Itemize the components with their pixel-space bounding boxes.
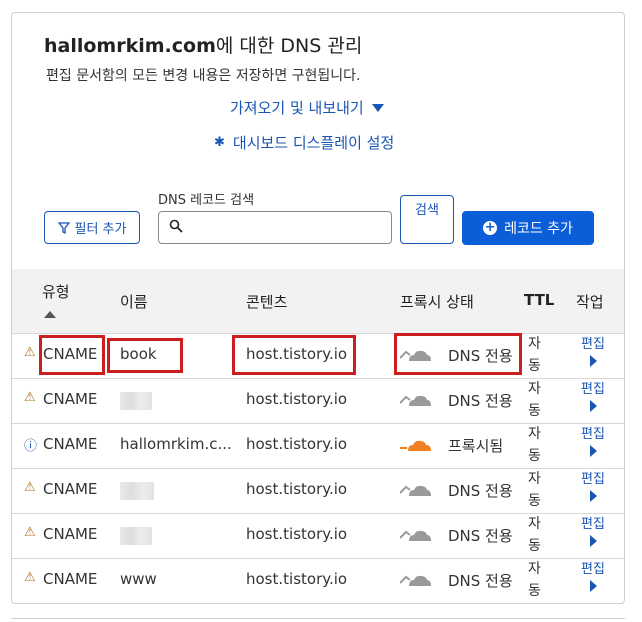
record-ttl: 자동 — [528, 336, 541, 374]
proxied-cloud-icon — [400, 436, 432, 454]
column-header-ttl[interactable]: TTL — [524, 291, 554, 309]
search-label: DNS 레코드 검색 — [158, 193, 255, 208]
table-row: ⚠ CNAME host.tistory.io DNS 전용 자동 편집 — [12, 513, 624, 559]
dns-search-input[interactable] — [191, 216, 385, 241]
expand-arrow-icon — [589, 355, 597, 367]
import-export-link[interactable]: 가져오기 및 내보내기 — [230, 97, 384, 118]
record-ttl: 자동 — [528, 561, 541, 599]
column-header-name[interactable]: 이름 — [120, 291, 148, 312]
warning-icon: ⚠ — [24, 570, 36, 585]
edit-record-button[interactable]: 편집 — [578, 427, 608, 457]
table-row: ⚠ CNAME host.tistory.io DNS 전용 자동 편집 — [12, 468, 624, 514]
funnel-icon — [57, 221, 70, 234]
record-ttl: 자동 — [528, 516, 541, 554]
table-row: ⚠ CNAME book host.tistory.io DNS 전용 자동 편집 — [12, 333, 624, 379]
gear-icon: ✱ — [214, 135, 225, 150]
table-row: ⚠ CNAME www host.tistory.io DNS 전용 자동 편집 — [12, 558, 624, 603]
record-content: host.tistory.io — [246, 570, 348, 588]
proxy-status: DNS 전용 — [448, 347, 513, 365]
record-type: CNAME — [43, 435, 98, 453]
record-name: www — [120, 570, 157, 588]
search-button[interactable]: 검색 — [400, 195, 454, 244]
sort-ascending-icon[interactable] — [44, 311, 56, 318]
proxy-status: DNS 전용 — [448, 392, 513, 410]
record-type: CNAME — [43, 525, 98, 543]
table-row: ⚠ CNAME host.tistory.io DNS 전용 자동 편집 — [12, 378, 624, 424]
proxy-status: DNS 전용 — [448, 572, 513, 590]
edit-record-button[interactable]: 편집 — [578, 337, 608, 367]
add-record-button[interactable]: + 레코드 추가 — [462, 211, 594, 245]
column-header-proxy[interactable]: 프록시 상태 — [400, 291, 474, 312]
expand-arrow-icon — [589, 580, 597, 592]
record-type: CNAME — [43, 390, 98, 408]
column-header-type[interactable]: 유형 — [42, 281, 70, 302]
warning-icon: ⚠ — [24, 480, 36, 495]
dns-search-field — [158, 211, 392, 244]
dns-only-cloud-icon — [399, 481, 432, 499]
warning-icon: ⚠ — [24, 390, 36, 405]
edit-record-button[interactable]: 편집 — [578, 562, 608, 592]
dns-only-cloud-icon — [399, 391, 432, 409]
plus-icon: + — [483, 220, 498, 235]
proxy-status: DNS 전용 — [448, 527, 513, 545]
warning-icon: ⚠ — [24, 345, 36, 360]
record-content: host.tistory.io — [246, 435, 348, 453]
dns-only-cloud-icon — [399, 346, 432, 364]
dns-only-cloud-icon — [399, 571, 432, 589]
add-filter-button[interactable]: 필터 추가 — [44, 211, 140, 244]
dns-management-card: hallomrkim.com에 대한 DNS 관리 편집 문서함의 모든 변경 … — [11, 12, 625, 604]
warning-icon: ⚠ — [24, 525, 36, 540]
expand-arrow-icon — [589, 445, 597, 457]
record-name: hallomrkim.c... — [120, 435, 232, 453]
redacted-name — [120, 392, 152, 410]
record-content: host.tistory.io — [246, 390, 348, 408]
expand-arrow-icon — [589, 400, 597, 412]
expand-arrow-icon — [589, 535, 597, 547]
record-content: host.tistory.io — [246, 480, 348, 498]
table-row: ⓘ CNAME hallomrkim.c... host.tistory.io 프록시됨… — [12, 423, 624, 469]
record-type: CNAME — [43, 570, 98, 588]
info-icon: ⓘ — [24, 439, 38, 454]
page-title: hallomrkim.com에 대한 DNS 관리 — [44, 35, 363, 57]
record-type: CNAME — [43, 345, 98, 363]
redacted-name — [120, 482, 154, 500]
record-ttl: 자동 — [528, 471, 541, 509]
search-icon — [169, 219, 183, 233]
edit-record-button[interactable]: 편집 — [578, 472, 608, 502]
caret-down-icon — [371, 103, 384, 112]
redacted-name — [120, 527, 152, 545]
divider — [11, 618, 625, 619]
column-header-action: 작업 — [576, 293, 604, 311]
column-header-content[interactable]: 콘텐츠 — [246, 291, 287, 312]
record-name: book — [120, 345, 157, 363]
proxy-status: DNS 전용 — [448, 482, 513, 500]
edit-record-button[interactable]: 편집 — [578, 382, 608, 412]
record-type: CNAME — [43, 480, 98, 498]
record-ttl: 자동 — [528, 426, 541, 464]
table-header: 유형 이름 콘텐츠 프록시 상태 TTL 작업 — [12, 269, 624, 334]
dashboard-settings-link[interactable]: ✱ 대시보드 디스플레이 설정 — [214, 132, 394, 153]
expand-arrow-icon — [589, 490, 597, 502]
record-content: host.tistory.io — [246, 345, 348, 363]
dns-only-cloud-icon — [399, 526, 432, 544]
proxy-status: 프록시됨 — [448, 437, 504, 455]
record-content: host.tistory.io — [246, 525, 348, 543]
record-ttl: 자동 — [528, 381, 541, 419]
edit-record-button[interactable]: 편집 — [578, 517, 608, 547]
page-subtitle: 편집 문서함의 모든 변경 내용은 저장하면 구현됩니다. — [46, 68, 361, 84]
